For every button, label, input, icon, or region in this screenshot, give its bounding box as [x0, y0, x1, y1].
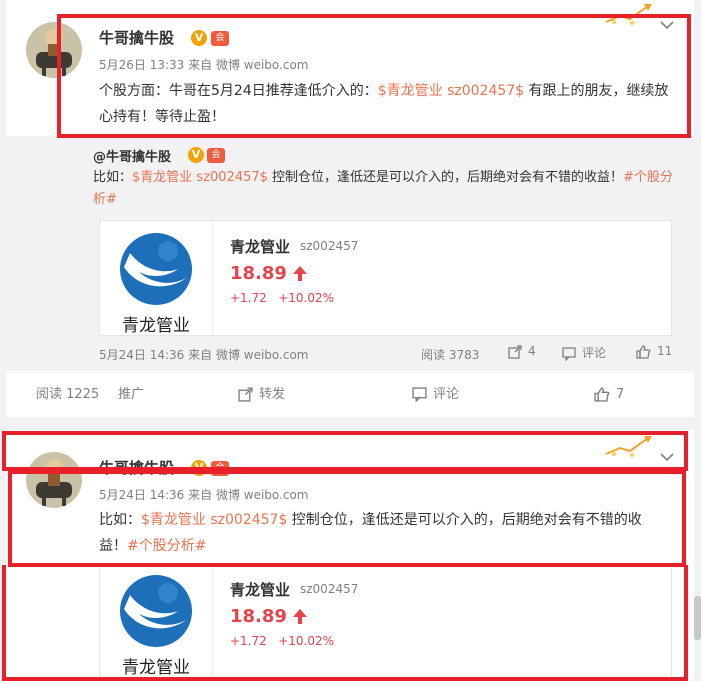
repost-like-button[interactable]: 11: [636, 344, 672, 359]
post-source[interactable]: 来自 微博 weibo.com: [188, 488, 308, 502]
comment-icon: [412, 387, 427, 403]
post-source[interactable]: 来自 微博 weibo.com: [188, 58, 308, 72]
hashtag-link[interactable]: #个股分析#: [127, 538, 206, 554]
like-button[interactable]: 7: [594, 373, 624, 417]
stock-change-pct: +10.02%: [278, 291, 335, 305]
repost-like-count: 11: [657, 344, 673, 358]
verified-badge-icon: V: [191, 30, 207, 46]
stock-change-abs: +1.72: [230, 634, 267, 648]
stock-logo: 青龙管业: [100, 221, 213, 336]
stock-card[interactable]: 青龙管业 青龙管业 sz002457 18.89 +1.72 +10.02%: [99, 220, 672, 336]
author-avatar[interactable]: [26, 452, 82, 508]
post-text-pre: 比如：: [99, 512, 141, 528]
repost-container: @牛哥擒牛股 V 会 比如：$青龙管业 sz002457$ 控制仓位，逢低还是可…: [6, 136, 694, 371]
stock-logo-text: 青龙管业: [122, 316, 190, 336]
stock-logo-text: 青龙管业: [122, 658, 190, 678]
stock-price: 18.89: [230, 606, 287, 627]
stock-link[interactable]: $青龙管业 sz002457$: [378, 83, 524, 99]
stock-logo: 青龙管业: [100, 565, 213, 681]
qinglong-logo-icon: [120, 575, 192, 647]
repost-text-mid: 控制仓位，逢低还是可以介入的，后期绝对会有不错的收益！: [267, 170, 624, 185]
author-name[interactable]: 牛哥擒牛股: [99, 457, 174, 478]
author-avatar[interactable]: [26, 22, 82, 78]
share-icon: [508, 344, 522, 359]
member-badge-icon[interactable]: 会: [211, 31, 229, 46]
post-reads: 阅读 1225: [36, 387, 100, 402]
repost-meta: 5月24日 14:36 来自 微博 weibo.com: [99, 346, 309, 363]
verified-badge-icon: V: [191, 460, 207, 476]
stock-change-abs: +1.72: [230, 291, 267, 305]
arrow-up-icon: [293, 609, 307, 624]
verified-badge-icon: V: [188, 147, 204, 163]
stock-link[interactable]: $青龙管业 sz002457$: [141, 512, 287, 528]
stock-change: +1.72 +10.02%: [230, 634, 334, 648]
thumbs-up-icon: [594, 387, 610, 402]
stock-link[interactable]: $青龙管业 sz002457$: [132, 170, 268, 185]
stock-change-pct: +10.02%: [278, 634, 335, 648]
promote-button[interactable]: 推广: [118, 373, 144, 417]
post-text: 个股方面：牛哥在5月24日推荐逢低介入的：$青龙管业 sz002457$ 有跟上…: [99, 78, 674, 130]
stock-price: 18.89: [230, 263, 287, 284]
repost-text-pre: 比如：: [93, 170, 133, 185]
post-meta: 5月26日 13:33 来自 微博 weibo.com: [99, 56, 309, 73]
comment-icon: [562, 346, 576, 362]
stock-name: 青龙管业: [230, 581, 291, 599]
chevron-down-icon[interactable]: [660, 450, 674, 466]
member-badge-icon[interactable]: 会: [211, 461, 229, 476]
thumbs-up-icon: [636, 344, 651, 359]
author-name[interactable]: 牛哥擒牛股: [99, 27, 174, 48]
chevron-down-icon[interactable]: [660, 18, 674, 34]
post-text: 比如：$青龙管业 sz002457$ 控制仓位，逢低还是可以介入的，后期绝对会有…: [99, 507, 669, 559]
qinglong-logo-icon: [120, 233, 192, 305]
fireworks-decoration-icon: [605, 436, 652, 457]
like-count: 7: [616, 387, 625, 402]
arrow-up-icon: [293, 266, 307, 281]
repost-time[interactable]: 5月24日 14:36: [99, 348, 184, 362]
stock-code: sz002457: [300, 582, 359, 596]
post-time[interactable]: 5月26日 13:33: [99, 58, 184, 72]
repost-text: 比如：$青龙管业 sz002457$ 控制仓位，逢低还是可以介入的，后期绝对会有…: [93, 167, 673, 211]
stock-code: sz002457: [300, 239, 359, 253]
repost-label: 转发: [259, 387, 286, 402]
repost-source[interactable]: 来自 微博 weibo.com: [188, 348, 308, 362]
share-icon: [238, 387, 253, 402]
repost-button[interactable]: 转发: [238, 373, 285, 417]
post-text-pre: 个股方面：牛哥在5月24日推荐逢低介入的：: [99, 83, 378, 99]
comment-label: 评论: [433, 387, 460, 402]
repost-comment-label: 评论: [582, 346, 607, 360]
weibo-post-card: 牛哥擒牛股 V 会 5月24日 14:36 来自 微博 weibo.com 比如…: [6, 430, 694, 681]
repost-comment-button[interactable]: 评论: [562, 344, 607, 362]
repost-reads: 阅读 3783: [421, 348, 480, 362]
stock-name: 青龙管业: [230, 238, 291, 256]
stock-change: +1.72 +10.02%: [230, 291, 334, 305]
post-action-bar: 阅读 1225 推广 转发 评论 7: [6, 372, 694, 417]
repost-forward-button[interactable]: 4: [508, 344, 536, 359]
fireworks-decoration-icon: [605, 4, 652, 25]
repost-forward-count: 4: [528, 344, 536, 358]
post-time[interactable]: 5月24日 14:36: [99, 488, 184, 502]
member-badge-icon[interactable]: 会: [207, 148, 225, 163]
stock-card[interactable]: 青龙管业 青龙管业 sz002457 18.89 +1.72 +10.02%: [99, 564, 672, 681]
post-meta: 5月24日 14:36 来自 微博 weibo.com: [99, 486, 309, 503]
comment-button[interactable]: 评论: [412, 373, 459, 417]
scrollbar-thumb[interactable]: [694, 596, 701, 640]
repost-author[interactable]: @牛哥擒牛股: [93, 146, 171, 165]
